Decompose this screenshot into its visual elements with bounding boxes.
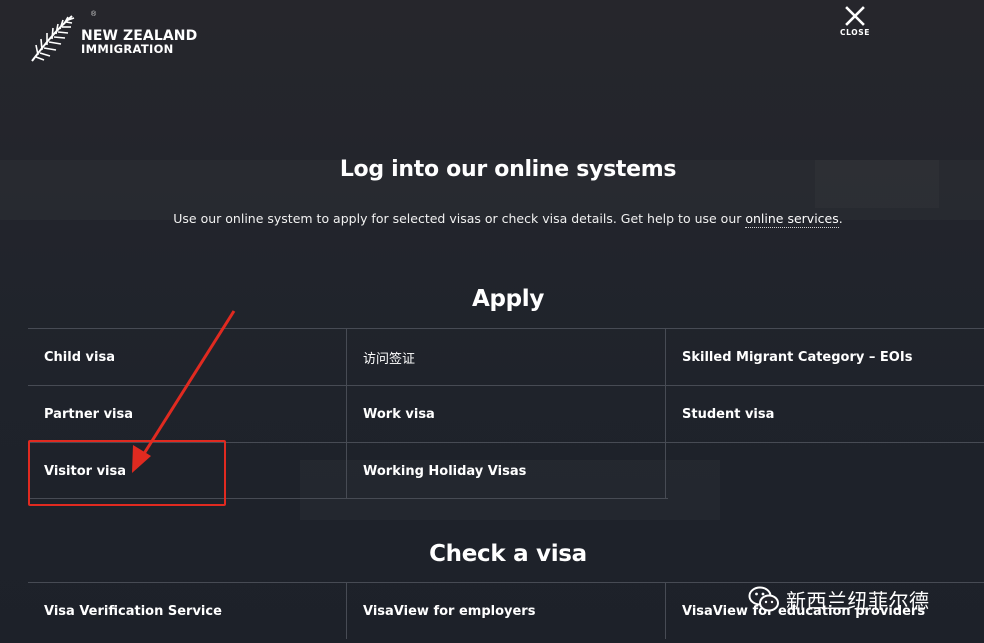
apply-working-holiday-link[interactable]: Working Holiday Visas (347, 443, 666, 499)
apply-student-visa-link[interactable]: Student visa (666, 386, 984, 442)
apply-empty-cell (666, 443, 984, 499)
close-label: CLOSE (840, 28, 870, 37)
online-services-link[interactable]: online services (745, 211, 839, 228)
page-title: Log into our online systems (339, 157, 677, 182)
annotation-highlight-box (28, 440, 226, 506)
close-icon (845, 6, 865, 26)
apply-row: Child visa 访问签证 Skilled Migrant Category… (28, 328, 984, 385)
close-button[interactable]: CLOSE (834, 6, 876, 40)
intro-end: . (838, 211, 843, 226)
silver-fern-icon (31, 15, 75, 62)
apply-child-visa-link[interactable]: Child visa (28, 329, 347, 385)
apply-work-visa-link[interactable]: Work visa (347, 386, 666, 442)
logo-text-line2: IMMIGRATION (81, 41, 174, 56)
registered-mark: ® (91, 11, 97, 18)
check-heading: Check a visa (429, 541, 587, 567)
apply-skilled-migrant-link[interactable]: Skilled Migrant Category – EOIs (666, 329, 984, 385)
watermark-text: 新西兰纽菲尔德 (786, 588, 930, 613)
apply-row: Partner visa Work visa Student visa (28, 385, 984, 442)
apply-visitor-visa-cn-link[interactable]: 访问签证 (347, 329, 666, 385)
apply-partner-visa-link[interactable]: Partner visa (28, 386, 347, 442)
intro-body: Use our online system to apply for selec… (173, 211, 746, 226)
apply-heading: Apply (471, 286, 545, 312)
watermark: 新西兰纽菲尔德 (748, 577, 930, 621)
intro-text: Use our online system to apply for selec… (0, 211, 984, 228)
logo-text-line1: NEW ZEALAND (81, 27, 198, 44)
visa-verification-service-link[interactable]: Visa Verification Service (28, 583, 347, 639)
visaview-employers-link[interactable]: VisaView for employers (347, 583, 666, 639)
wechat-icon (748, 586, 779, 612)
nz-immigration-logo[interactable]: ® NEW ZEALAND IMMIGRATION (28, 10, 208, 66)
